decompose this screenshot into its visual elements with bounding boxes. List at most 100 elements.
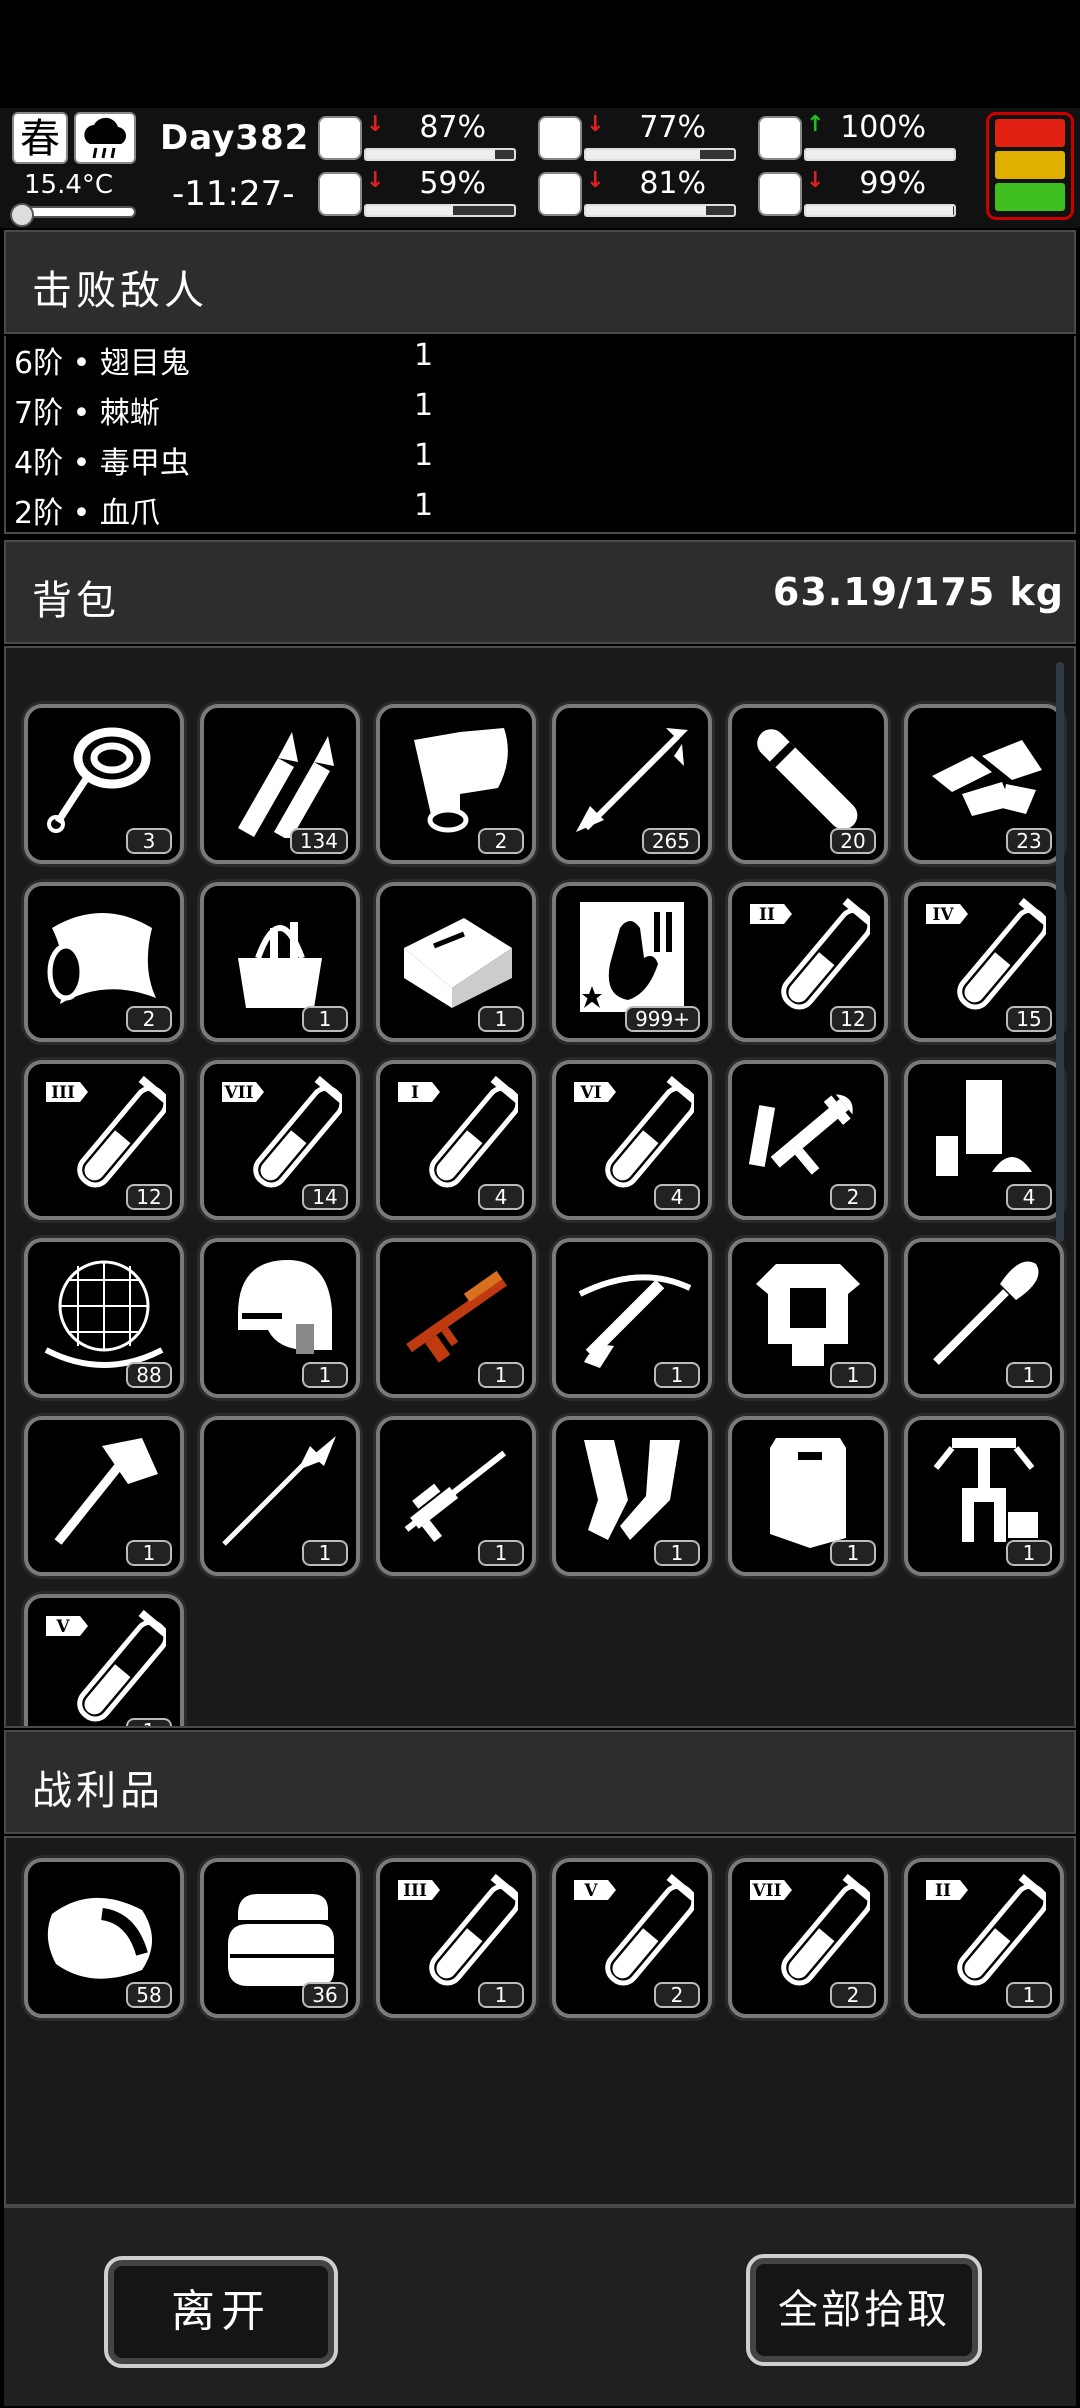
boot-icon (318, 172, 362, 216)
svg-text:II: II (759, 905, 775, 925)
inventory-slot[interactable]: 1 (904, 1416, 1064, 1576)
inventory-slot[interactable]: V 1 (24, 1594, 184, 1726)
inventory-slot[interactable]: 1 (904, 1238, 1064, 1398)
loot-grid[interactable]: 58 36 III 1 V 2 VII 2 II 1 (4, 1836, 1076, 2206)
inventory-slot[interactable]: 1 (552, 1416, 712, 1576)
test-tube-icon: II (922, 1873, 1059, 1992)
test-tube-icon: VII (746, 1873, 883, 1992)
toolbox-icon (394, 898, 518, 1016)
rocket-launcher-icon (746, 1076, 870, 1194)
inventory-slot[interactable]: 4 (904, 1060, 1064, 1220)
vital-bar (364, 204, 516, 217)
inventory-slot[interactable]: 1 (200, 882, 360, 1042)
item-quantity: 2 (830, 1982, 876, 2008)
arrow-down-icon: ↓ (586, 168, 605, 193)
temperature-readout: 15.4°C (24, 170, 114, 200)
spear-icon (218, 1432, 342, 1550)
tool-bag-icon (218, 898, 342, 1016)
inventory-slot[interactable]: VII 14 (200, 1060, 360, 1220)
inventory-slot[interactable]: 1 (200, 1416, 360, 1576)
inventory-slot[interactable]: VI 4 (552, 1060, 712, 1220)
leave-button[interactable]: 离开 (104, 2256, 338, 2368)
inventory-slot[interactable]: 1 (552, 1238, 712, 1398)
item-quantity: 1 (654, 1540, 700, 1566)
inventory-slot[interactable]: 2 (728, 1060, 888, 1220)
meat-icon (42, 1874, 166, 1992)
enemy-count: 1 (414, 388, 434, 423)
inventory-slot[interactable]: 20 (728, 704, 888, 864)
inventory-slot[interactable]: 36 (200, 1858, 360, 2018)
inventory-slot[interactable]: 1 (24, 1416, 184, 1576)
defeated-enemies-list: 6阶 • 翅目鬼 1 7阶 • 棘蜥 1 4阶 • 毒甲虫 1 2阶 • 血爪 1 (4, 336, 1076, 534)
sniper-rifle-icon (394, 1432, 518, 1550)
inventory-slot[interactable]: VII 2 (728, 1858, 888, 2018)
inventory-slot[interactable]: 1 (376, 1238, 536, 1398)
item-quantity: 1 (478, 1982, 524, 2008)
item-quantity: 999+ (625, 1006, 700, 1032)
inventory-slot[interactable]: 58 (24, 1858, 184, 2018)
bullets-icon (218, 720, 342, 841)
defeated-enemies-title: 击败敌人 (32, 268, 208, 314)
svg-text:I: I (411, 1083, 419, 1103)
vital-stat[interactable]: ↓ 59% (318, 166, 518, 218)
backpack-scrollbar[interactable] (1056, 662, 1064, 1242)
inventory-slot[interactable]: 265 (552, 704, 712, 864)
inventory-slot[interactable]: 1 (376, 882, 536, 1042)
take-all-button[interactable]: 全部拾取 (746, 2254, 982, 2366)
vital-stat[interactable]: ↓ 99% (758, 166, 958, 218)
inventory-slot[interactable]: 2 (24, 882, 184, 1042)
vital-percent: 100% (840, 110, 926, 145)
vital-percent: 87% (419, 110, 486, 145)
inventory-slot[interactable]: 1 (200, 1238, 360, 1398)
inventory-slot[interactable]: 23 (904, 704, 1064, 864)
vital-bar (804, 148, 956, 161)
rifle-icon (394, 1254, 518, 1372)
vital-stat[interactable]: ↓ 77% (538, 110, 738, 162)
inventory-slot[interactable]: 2 (376, 704, 536, 864)
vital-stat[interactable]: ↓ 81% (538, 166, 738, 218)
svg-text:III: III (403, 1881, 427, 1901)
inventory-slot[interactable]: I 4 (376, 1060, 536, 1220)
helmet-icon (218, 1254, 342, 1372)
season-indicator: 春 (12, 112, 68, 164)
danger-level-indicator[interactable] (986, 112, 1074, 220)
vital-stat[interactable]: ↑ 100% (758, 110, 958, 162)
vital-stat[interactable]: ↓ 87% (318, 110, 518, 162)
stomach-icon (538, 116, 582, 160)
pill-icon (758, 116, 802, 160)
item-quantity: 1 (478, 1006, 524, 1032)
inventory-slot[interactable]: 1 (728, 1416, 888, 1576)
inventory-slot[interactable]: 88 (24, 1238, 184, 1398)
inventory-slot[interactable]: 1 (728, 1238, 888, 1398)
svg-text:III: III (51, 1083, 75, 1103)
inventory-slot[interactable]: IV 15 (904, 882, 1064, 1042)
inventory-slot[interactable]: 999+ (552, 882, 712, 1042)
test-tube-icon: IV (922, 897, 1059, 1016)
inventory-slot[interactable]: II 12 (728, 882, 888, 1042)
inventory-slot[interactable]: III 1 (376, 1858, 536, 2018)
item-quantity: 14 (302, 1184, 348, 1210)
vital-percent: 77% (639, 110, 706, 145)
inventory-slot[interactable]: 1 (376, 1416, 536, 1576)
inventory-slot[interactable]: V 2 (552, 1858, 712, 2018)
inventory-slot[interactable]: 3 (24, 704, 184, 864)
flare-stick-icon (746, 720, 870, 838)
item-quantity: 1 (830, 1362, 876, 1388)
enemy-count: 1 (414, 488, 434, 523)
item-quantity: 1 (830, 1540, 876, 1566)
svg-text:V: V (55, 1617, 70, 1637)
test-tube-icon: II (746, 897, 883, 1016)
test-tube-icon: VI (570, 1075, 707, 1194)
enemy-name: 4阶 • 毒甲虫 (14, 446, 190, 481)
action-bar: 离开 全部拾取 (4, 2206, 1076, 2406)
exoskeleton-icon (922, 1432, 1046, 1550)
inventory-slot[interactable]: 134 (200, 704, 360, 864)
scrap-pieces-icon (922, 720, 1046, 838)
backpack-grid[interactable]: 3 134 2 265 20 23 2 1 1 999+ II 12 IV 15 III 12 V… (4, 646, 1076, 1728)
loot-title: 战利品 (32, 1768, 164, 1814)
inventory-slot[interactable]: II 1 (904, 1858, 1064, 2018)
item-quantity: 134 (289, 828, 348, 854)
item-quantity: 1 (1006, 1540, 1052, 1566)
vital-bar (364, 148, 516, 161)
inventory-slot[interactable]: III 12 (24, 1060, 184, 1220)
